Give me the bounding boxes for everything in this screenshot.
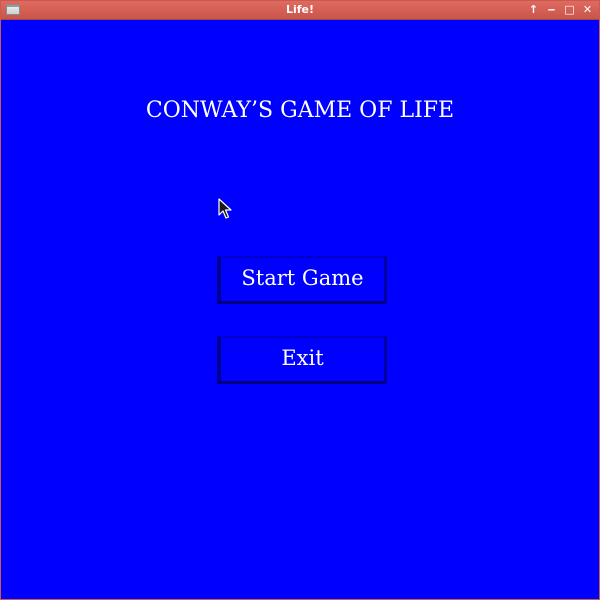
game-title: CONWAY’S GAME OF LIFE <box>145 98 455 123</box>
window-controls: ↑ ‒ □ ✕ <box>526 2 595 18</box>
maximize-icon[interactable]: □ <box>562 2 577 18</box>
game-canvas: CONWAY’S GAME OF LIFE Start Game Exit <box>1 20 599 599</box>
title-bar[interactable]: Life! ↑ ‒ □ ✕ <box>1 1 599 20</box>
window-title: Life! <box>285 3 315 16</box>
close-icon[interactable]: ✕ <box>580 2 595 18</box>
minimize-icon[interactable]: ‒ <box>544 2 559 18</box>
start-game-button[interactable]: Start Game <box>217 256 387 304</box>
mouse-pointer-icon <box>218 198 232 219</box>
app-window: Life! ↑ ‒ □ ✕ CONWAY’S GAME OF LIFE Star… <box>0 0 600 600</box>
exit-button[interactable]: Exit <box>217 336 387 384</box>
keep-above-icon[interactable]: ↑ <box>526 2 541 18</box>
